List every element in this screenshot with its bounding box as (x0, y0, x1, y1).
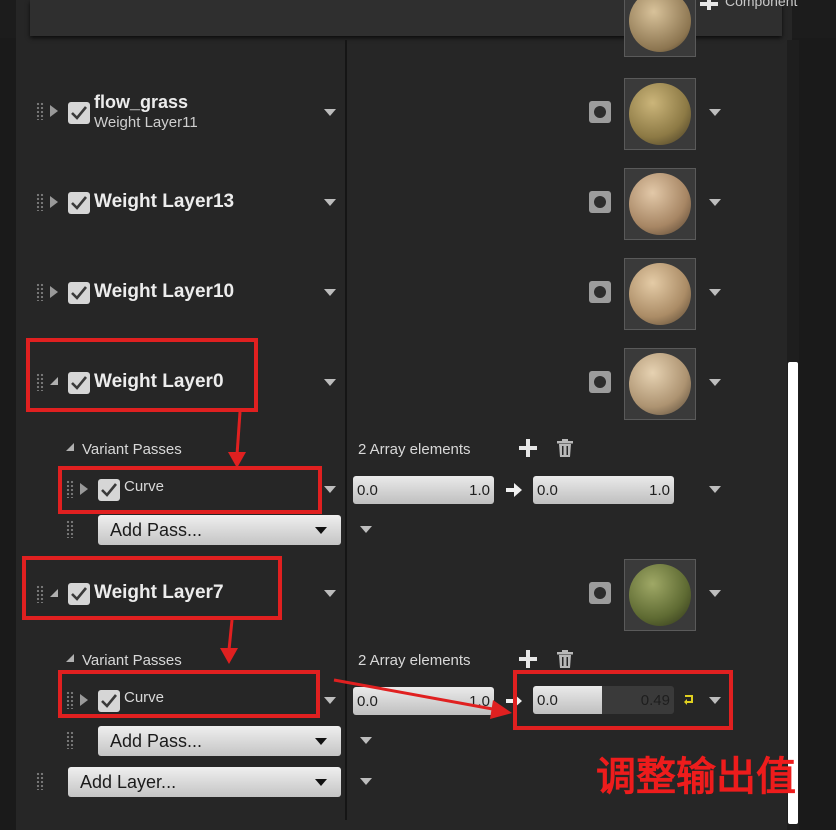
layer-thumbnail[interactable] (624, 168, 696, 240)
input-max-value[interactable]: 1.0 (469, 482, 490, 499)
layer-thumbnail[interactable] (624, 258, 696, 330)
layer-name: flow_grass (94, 92, 189, 112)
layer-enabled-checkbox[interactable] (68, 102, 90, 124)
highlight-box (513, 670, 733, 730)
layer-subtitle: Weight Layer11 (94, 114, 198, 131)
pass-options-chevron-icon[interactable] (324, 486, 336, 493)
annotation-text: 调整输出值 (596, 754, 796, 800)
drag-handle-icon[interactable] (36, 102, 44, 120)
layer-enabled-checkbox[interactable] (68, 282, 90, 304)
trash-icon[interactable] (557, 439, 573, 457)
caret-down-icon (315, 738, 327, 745)
collapse-arrow-icon[interactable] (66, 443, 74, 451)
add-pass-button[interactable]: Add Pass... (98, 726, 341, 756)
add-pass-label: Add Pass... (110, 520, 203, 540)
array-elements-count: 2 Array elements (358, 441, 471, 458)
caret-down-icon (315, 779, 327, 786)
input-min-value[interactable]: 0.0 (357, 482, 378, 499)
add-element-icon[interactable] (519, 439, 537, 457)
layer-name: Weight Layer13 (94, 191, 235, 212)
expand-arrow-icon[interactable] (50, 196, 58, 208)
thumbnail-dropdown-icon[interactable] (709, 199, 721, 206)
add-element-icon[interactable] (519, 650, 537, 668)
output-max-value[interactable]: 1.0 (649, 482, 670, 499)
input-range-field[interactable]: 0.0 1.0 (353, 476, 494, 504)
array-elements-count: 2 Array elements (358, 652, 471, 669)
material-sphere (629, 0, 691, 52)
collapse-arrow-icon[interactable] (66, 654, 74, 662)
add-layer-options-chevron-icon[interactable] (360, 778, 372, 785)
checkmark-icon (71, 286, 88, 300)
layer-thumbnail[interactable] (624, 559, 696, 631)
layer-options-chevron-icon[interactable] (324, 109, 336, 116)
material-sphere (629, 263, 691, 325)
material-sphere (629, 564, 691, 626)
output-min-value[interactable]: 0.0 (537, 482, 558, 499)
layer-thumbnail-partial[interactable] (624, 0, 696, 57)
add-pass-options-chevron-icon[interactable] (360, 526, 372, 533)
drag-handle-icon[interactable] (36, 283, 44, 301)
layer-options-chevron-icon[interactable] (324, 199, 336, 206)
add-layer-label: Add Layer... (80, 772, 177, 792)
drag-handle-icon[interactable] (36, 193, 44, 211)
input-min-value[interactable]: 0.0 (357, 693, 378, 710)
layer-options-chevron-icon[interactable] (324, 289, 336, 296)
drag-handle-icon[interactable] (36, 772, 44, 790)
add-layer-button[interactable]: Add Layer... (68, 767, 341, 797)
highlight-box (58, 466, 322, 514)
material-sphere (629, 353, 691, 415)
add-component-label[interactable]: Component (725, 0, 797, 9)
layer-visibility-button[interactable] (589, 281, 611, 303)
highlight-box (22, 556, 282, 620)
caret-down-icon (315, 527, 327, 534)
highlight-box (26, 338, 258, 412)
thumbnail-dropdown-icon[interactable] (709, 109, 721, 116)
material-sphere (629, 83, 691, 145)
checkmark-icon (71, 196, 88, 210)
drag-handle-icon[interactable] (66, 731, 74, 749)
layer-visibility-button[interactable] (589, 101, 611, 123)
add-pass-button[interactable]: Add Pass... (98, 515, 341, 545)
layer-thumbnail[interactable] (624, 348, 696, 420)
thumbnail-dropdown-icon[interactable] (709, 590, 721, 597)
trash-icon[interactable] (557, 650, 573, 668)
variant-passes-label: Variant Passes (82, 441, 182, 458)
variant-passes-label: Variant Passes (82, 652, 182, 669)
layer-visibility-button[interactable] (589, 582, 611, 604)
plus-icon (700, 0, 718, 10)
thumbnail-dropdown-icon[interactable] (709, 379, 721, 386)
layer-thumbnail[interactable] (624, 78, 696, 150)
checkmark-icon (71, 106, 88, 120)
column-divider (345, 40, 347, 820)
expand-arrow-icon[interactable] (50, 286, 58, 298)
input-max-value[interactable]: 1.0 (469, 693, 490, 710)
range-options-chevron-icon[interactable] (709, 486, 721, 493)
layer-enabled-checkbox[interactable] (68, 192, 90, 214)
layer-visibility-button[interactable] (589, 191, 611, 213)
drag-handle-icon[interactable] (66, 520, 74, 538)
layer-visibility-button[interactable] (589, 371, 611, 393)
layer-options-chevron-icon[interactable] (324, 379, 336, 386)
material-sphere (629, 173, 691, 235)
arrow-right-icon (506, 483, 522, 497)
output-range-field[interactable]: 0.0 1.0 (533, 476, 674, 504)
input-range-field[interactable]: 0.0 1.0 (353, 687, 494, 715)
add-pass-options-chevron-icon[interactable] (360, 737, 372, 744)
expand-arrow-icon[interactable] (50, 105, 58, 117)
pass-options-chevron-icon[interactable] (324, 697, 336, 704)
add-pass-label: Add Pass... (110, 731, 203, 751)
thumbnail-dropdown-icon[interactable] (709, 289, 721, 296)
layer-options-chevron-icon[interactable] (324, 590, 336, 597)
layer-name: Weight Layer10 (94, 281, 235, 302)
highlight-box (58, 670, 320, 718)
